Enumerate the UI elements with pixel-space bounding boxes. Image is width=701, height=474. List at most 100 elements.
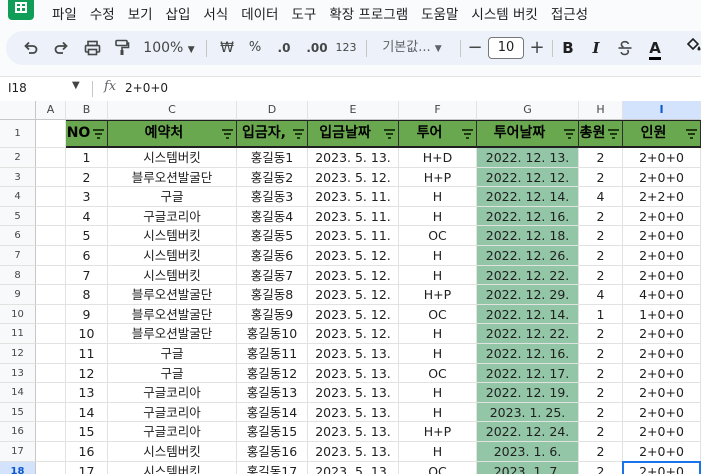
select-all-corner[interactable]: [0, 101, 36, 120]
table-header-cell[interactable]: 예약처: [108, 120, 237, 148]
table-cell[interactable]: 1+0+0: [623, 304, 701, 325]
table-cell[interactable]: 2: [579, 363, 623, 384]
table-cell[interactable]: 블루오션발굴단: [108, 324, 237, 344]
table-cell[interactable]: 시스템버킷: [108, 148, 237, 168]
row-header[interactable]: 9: [0, 285, 36, 305]
cell[interactable]: [36, 265, 66, 286]
table-cell[interactable]: 2022. 12. 24.: [477, 422, 579, 442]
cell[interactable]: [36, 148, 66, 168]
column-header-c[interactable]: C: [108, 101, 237, 120]
column-header-d[interactable]: D: [237, 101, 308, 120]
table-cell[interactable]: H: [399, 344, 477, 364]
table-header-cell[interactable]: NO: [66, 120, 108, 148]
table-cell[interactable]: 구글: [108, 344, 237, 364]
table-cell[interactable]: OC: [399, 226, 477, 246]
cell[interactable]: [36, 363, 66, 384]
table-cell[interactable]: 11: [66, 344, 108, 364]
table-cell[interactable]: 2+0+0: [623, 206, 701, 227]
row-header[interactable]: 14: [0, 383, 36, 403]
table-cell[interactable]: 홍길동17: [237, 461, 308, 474]
table-cell[interactable]: 2023. 5. 12.: [308, 265, 399, 286]
table-cell[interactable]: 15: [66, 422, 108, 442]
table-cell[interactable]: 2022. 12. 26.: [477, 246, 579, 266]
table-cell[interactable]: H+P: [399, 167, 477, 188]
table-cell[interactable]: 홍길동16: [237, 442, 308, 462]
row-header[interactable]: 13: [0, 363, 36, 384]
table-cell[interactable]: 블루오션발굴단: [108, 285, 237, 305]
row-header[interactable]: 1: [0, 120, 36, 148]
row-header[interactable]: 18: [0, 461, 36, 474]
table-cell[interactable]: 2022. 12. 22.: [477, 324, 579, 344]
table-cell[interactable]: H: [399, 206, 477, 227]
table-cell[interactable]: H+D: [399, 148, 477, 168]
cell[interactable]: [36, 383, 66, 403]
table-cell[interactable]: 2022. 12. 17.: [477, 363, 579, 384]
font-select[interactable]: 기본값... ▼: [374, 31, 450, 65]
table-cell[interactable]: 1: [579, 304, 623, 325]
table-cell[interactable]: 2022. 12. 19.: [477, 383, 579, 403]
filter-icon[interactable]: [293, 129, 304, 139]
row-header[interactable]: 2: [0, 148, 36, 168]
table-cell[interactable]: 3: [66, 187, 108, 207]
cell[interactable]: [36, 442, 66, 462]
table-cell[interactable]: 2023. 5. 13.: [308, 363, 399, 384]
table-cell[interactable]: H: [399, 383, 477, 403]
bold-button[interactable]: B: [558, 31, 578, 65]
table-cell[interactable]: 홍길동4: [237, 206, 308, 227]
table-cell[interactable]: OC: [399, 461, 477, 474]
increase-font-size-button[interactable]: +: [528, 31, 546, 65]
table-cell[interactable]: 16: [66, 442, 108, 462]
table-cell[interactable]: 2: [579, 402, 623, 423]
text-color-button[interactable]: A: [644, 31, 666, 65]
column-header-b[interactable]: B: [66, 101, 108, 120]
row-header[interactable]: 10: [0, 304, 36, 325]
table-cell[interactable]: 2023. 5. 11.: [308, 187, 399, 207]
column-header-i[interactable]: I: [623, 101, 701, 120]
menu-item[interactable]: 보기: [128, 3, 153, 23]
row-header[interactable]: 17: [0, 442, 36, 462]
table-cell[interactable]: 2023. 5. 13.: [308, 383, 399, 403]
table-cell[interactable]: 홍길동15: [237, 422, 308, 442]
table-header-cell[interactable]: 인원: [623, 120, 701, 148]
cell[interactable]: [36, 461, 66, 474]
row-header[interactable]: 12: [0, 344, 36, 364]
table-cell[interactable]: H: [399, 402, 477, 423]
table-cell[interactable]: 2+0+0: [623, 148, 701, 168]
table-cell[interactable]: 2022. 12. 13.: [477, 148, 579, 168]
filter-icon[interactable]: [608, 129, 619, 139]
cell[interactable]: [36, 402, 66, 423]
table-cell[interactable]: 2023. 5. 12.: [308, 167, 399, 188]
print-icon[interactable]: [80, 31, 104, 65]
table-cell[interactable]: 2022. 12. 16.: [477, 206, 579, 227]
menu-item[interactable]: 도구: [291, 3, 316, 23]
table-cell[interactable]: 17: [66, 461, 108, 474]
table-cell[interactable]: 4+0+0: [623, 285, 701, 305]
table-cell[interactable]: 8: [66, 285, 108, 305]
table-header-cell[interactable]: 투어: [399, 120, 477, 148]
table-cell[interactable]: 홍길동1: [237, 148, 308, 168]
filter-icon[interactable]: [564, 129, 575, 139]
table-cell[interactable]: 홍길동10: [237, 324, 308, 344]
menu-item[interactable]: 서식: [203, 3, 228, 23]
table-cell[interactable]: 10: [66, 324, 108, 344]
table-cell[interactable]: 시스템버킷: [108, 246, 237, 266]
table-cell[interactable]: 블루오션발굴단: [108, 304, 237, 325]
table-cell[interactable]: 2: [579, 226, 623, 246]
table-cell[interactable]: 2022. 12. 29.: [477, 285, 579, 305]
table-cell[interactable]: 2+0+0: [623, 324, 701, 344]
table-cell[interactable]: 2023. 5. 13.: [308, 402, 399, 423]
table-cell[interactable]: 블루오션발굴단: [108, 167, 237, 188]
cell[interactable]: [36, 344, 66, 364]
table-cell[interactable]: 2+0+0: [623, 246, 701, 266]
table-cell[interactable]: 구글코리아: [108, 402, 237, 423]
row-header[interactable]: 3: [0, 167, 36, 188]
table-cell[interactable]: OC: [399, 363, 477, 384]
table-cell[interactable]: 2023. 5. 13.: [308, 461, 399, 474]
undo-icon[interactable]: [20, 31, 42, 65]
table-cell[interactable]: 홍길동13: [237, 383, 308, 403]
name-box[interactable]: I18: [8, 81, 27, 95]
table-cell[interactable]: 구글코리아: [108, 383, 237, 403]
table-cell[interactable]: 2022. 12. 14.: [477, 187, 579, 207]
table-cell[interactable]: H+P: [399, 422, 477, 442]
table-cell[interactable]: 2+0+0: [623, 442, 701, 462]
